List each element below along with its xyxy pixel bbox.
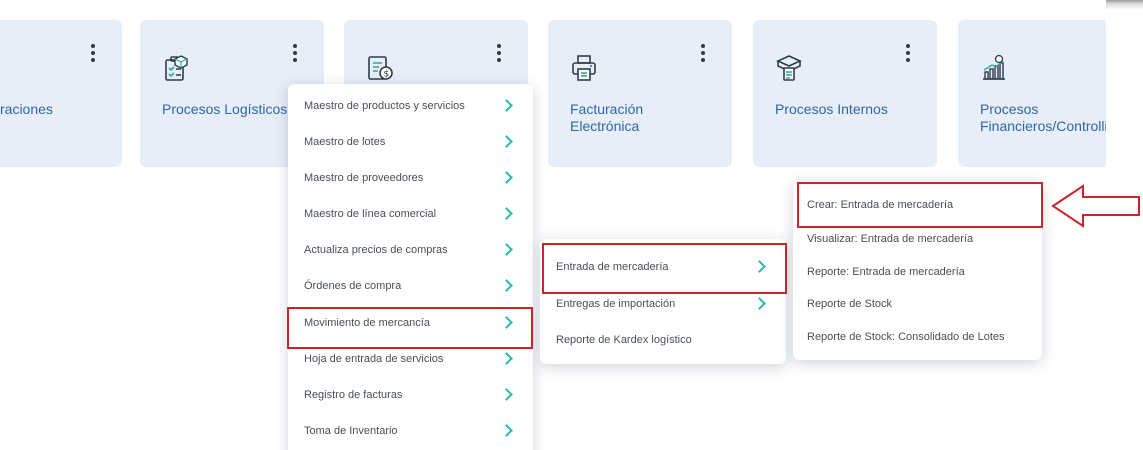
menu-item-maestro-productos[interactable]: Maestro de productos y servicios — [288, 88, 533, 124]
menu-item-movimiento-mercancia[interactable]: Movimiento de mercancía — [288, 305, 533, 341]
chevron-right-icon — [500, 424, 513, 437]
tile-procesos-internos[interactable]: Procesos Internos — [753, 20, 937, 167]
invoice-money-icon: $ — [368, 56, 393, 80]
menu-item-label: Reporte de Stock: Consolidado de Lotes — [807, 331, 1005, 343]
more-options-icon[interactable] — [905, 44, 911, 62]
menu-item-label: Maestro de productos y servicios — [304, 100, 465, 112]
menu-item-label: Crear: Entrada de mercadería — [807, 199, 954, 211]
submenu-procesos-logisticos: Maestro de productos y servicios Maestro… — [288, 84, 533, 450]
logistics-clipboard-icon — [165, 55, 188, 81]
menu-item-label: Visualizar: Entrada de mercadería — [807, 233, 974, 245]
menu-item-label: Reporte: Entrada de mercadería — [807, 266, 965, 278]
menu-item-maestro-linea-comercial[interactable]: Maestro de línea comercial — [288, 196, 533, 232]
chevron-right-icon — [500, 316, 513, 329]
tile-operations[interactable]: raciones — [0, 20, 122, 167]
tile-label-line-1: Procesos — [980, 101, 1039, 117]
chevron-right-icon — [753, 260, 766, 273]
menu-item-maestro-lotes[interactable]: Maestro de lotes — [288, 124, 533, 160]
menu-item-label: Registro de facturas — [304, 389, 403, 401]
menu-item-label: Maestro de lotes — [304, 136, 386, 148]
chevron-right-icon — [500, 99, 513, 112]
menu-item-toma-inventario[interactable]: Toma de Inventario — [288, 413, 533, 449]
chevron-right-icon — [753, 297, 766, 310]
menu-item-label: Entregas de importación — [556, 298, 676, 310]
menu-item-ordenes-compra[interactable]: Órdenes de compra — [288, 268, 533, 304]
tile-label-line-2: Financieros/Controlli — [980, 118, 1106, 134]
menu-item-reporte-stock-consolidado[interactable]: Reporte de Stock: Consolidado de Lotes — [793, 319, 1042, 355]
pointer-arrow-icon — [1051, 184, 1140, 228]
menu-item-reporte-stock[interactable]: Reporte de Stock — [793, 286, 1042, 322]
menu-item-label: Reporte de Stock — [807, 298, 892, 310]
chevron-right-icon — [500, 135, 513, 148]
finance-chart-icon — [983, 54, 1005, 80]
menu-item-crear-entrada[interactable]: Crear: Entrada de mercadería — [793, 187, 1042, 223]
internal-processes-box-icon — [776, 55, 802, 81]
chevron-right-icon — [500, 171, 513, 184]
tile-facturacion-electronica[interactable]: Facturación Electrónica — [548, 20, 732, 167]
more-options-icon[interactable] — [292, 44, 298, 62]
tile-procesos-financieros[interactable]: Procesos Financieros/Controlli — [958, 20, 1106, 167]
tile-label: Procesos Financieros/Controlli — [980, 101, 1106, 135]
menu-item-reporte-kardex[interactable]: Reporte de Kardex logístico — [540, 322, 786, 358]
menu-item-entregas-importacion[interactable]: Entregas de importación — [540, 286, 786, 322]
tile-label: raciones — [0, 101, 53, 117]
tile-label-line-1: Facturación — [570, 101, 644, 117]
chevron-right-icon — [500, 352, 513, 365]
menu-item-entrada-mercaderia[interactable]: Entrada de mercadería — [540, 249, 786, 285]
more-options-icon[interactable] — [700, 44, 706, 62]
menu-item-label: Maestro de proveedores — [304, 172, 424, 184]
svg-text:$: $ — [384, 70, 390, 80]
menu-item-label: Reporte de Kardex logístico — [556, 334, 692, 346]
menu-item-hoja-entrada-servicios[interactable]: Hoja de entrada de servicios — [288, 341, 533, 377]
tile-label-line-2: Electrónica — [570, 118, 640, 134]
menu-item-label: Maestro de línea comercial — [304, 208, 437, 220]
menu-item-label: Hoja de entrada de servicios — [304, 353, 444, 365]
tile-label: Facturación Electrónica — [570, 101, 726, 135]
menu-item-label: Movimiento de mercancía — [304, 317, 430, 329]
chevron-right-icon — [500, 279, 513, 292]
menu-item-label: Actualiza precios de compras — [304, 244, 448, 256]
chevron-right-icon — [500, 388, 513, 401]
menu-item-maestro-proveedores[interactable]: Maestro de proveedores — [288, 160, 533, 196]
menu-item-reporte-entrada[interactable]: Reporte: Entrada de mercadería — [793, 254, 1042, 290]
menu-item-label: Entrada de mercadería — [556, 261, 669, 273]
chevron-right-icon — [500, 243, 513, 256]
submenu-movimiento-mercancia: Entrada de mercadería Entregas de import… — [540, 239, 786, 364]
menu-item-label: Toma de Inventario — [304, 425, 398, 437]
printer-invoice-icon — [572, 55, 596, 81]
menu-item-registro-facturas[interactable]: Registro de facturas — [288, 377, 533, 413]
more-options-icon[interactable] — [496, 44, 502, 62]
menu-item-visualizar-entrada[interactable]: Visualizar: Entrada de mercadería — [793, 221, 1042, 257]
tile-label: Procesos Internos — [775, 101, 888, 117]
chevron-right-icon — [500, 207, 513, 220]
dashboard: raciones Procesos Logísticos $ Facturaci… — [0, 0, 1106, 450]
more-options-icon[interactable] — [90, 44, 96, 62]
submenu-entrada-mercaderia: Crear: Entrada de mercadería Visualizar:… — [793, 182, 1042, 360]
menu-item-actualiza-precios[interactable]: Actualiza precios de compras — [288, 232, 533, 268]
menu-item-label: Órdenes de compra — [304, 280, 402, 292]
